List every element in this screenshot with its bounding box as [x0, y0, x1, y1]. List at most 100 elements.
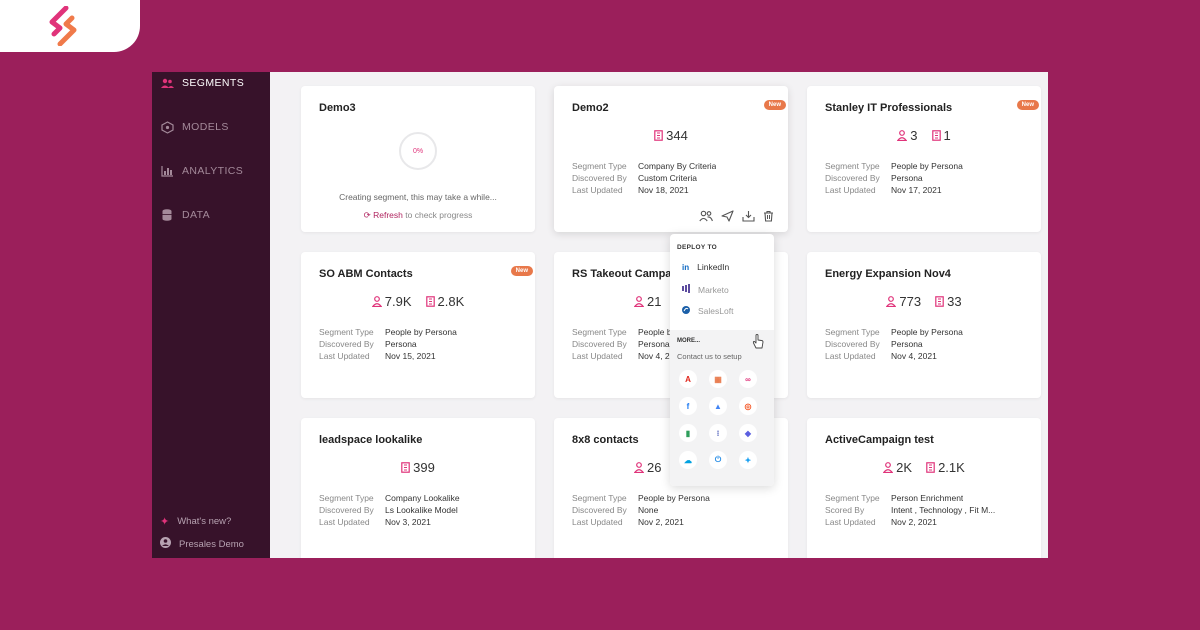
twitter-icon[interactable]: ✦ [739, 451, 757, 469]
facebook-icon[interactable]: f [679, 397, 697, 415]
building-icon [926, 462, 935, 473]
meta-key: Last Updated [319, 517, 370, 527]
contact-setup-text: Contact us to setup [677, 352, 742, 361]
discovered-by-value: Persona [638, 339, 670, 349]
card-meta: Segment Type Company Lookalike Discovered… [319, 492, 460, 528]
sidebar-item-label: MODELS [182, 121, 229, 133]
last-updated-value: Nov 15, 2021 [385, 351, 436, 361]
segment-card[interactable]: SO ABM Contacts New 7.9K 2.8K Segment Ty… [301, 252, 535, 398]
meta-key: Discovered By [825, 173, 880, 183]
people-action-icon[interactable] [699, 210, 713, 222]
card-meta: Segment Type Company By Criteria Discover… [572, 160, 716, 196]
shield-app-icon[interactable]: ◆ [739, 424, 757, 442]
sidebar-item-analytics[interactable]: ANALYTICS [160, 162, 243, 180]
grid-app-icon[interactable]: ▦ [709, 370, 727, 388]
companies-count: 2.8K [437, 294, 465, 309]
loop-icon[interactable]: ∞ [739, 370, 757, 388]
card-metrics: 773 33 [807, 294, 1041, 309]
deploy-linkedin[interactable]: in LinkedIn [682, 262, 729, 272]
people-count: 2K [896, 460, 913, 475]
trash-icon[interactable] [763, 210, 774, 222]
segment-card[interactable]: Stanley IT Professionals New 3 1 Segment… [807, 86, 1041, 232]
deploy-salesloft[interactable]: SalesLoft [682, 306, 733, 316]
refresh-icon: ⟳ [363, 210, 371, 220]
person-icon [897, 130, 908, 141]
meta-key: Discovered By [319, 339, 374, 349]
people-metric: 3 [897, 128, 918, 143]
meta-key: Last Updated [572, 185, 623, 195]
person-icon [883, 462, 894, 473]
power-icon[interactable]: ⏻ [709, 451, 727, 469]
sparkle-icon: ✦ [160, 516, 170, 528]
sidebar-item-segments[interactable]: SEGMENTS [160, 74, 244, 92]
ring-icon[interactable]: ◎ [739, 397, 757, 415]
segment-card[interactable]: Demo3 0% Creating segment, this may take… [301, 86, 535, 232]
meta-key: Segment Type [825, 493, 880, 503]
card-meta: Segment Type People by Persona Discovered… [319, 326, 457, 362]
person-icon [886, 296, 897, 307]
people-metric: 21 [634, 294, 661, 309]
google-ads-icon[interactable]: ▲ [709, 397, 727, 415]
building-icon [935, 296, 944, 307]
segment-type-value: People by Persona [638, 493, 710, 503]
segment-card[interactable]: Energy Expansion Nov4 773 33 Segment Typ… [807, 252, 1041, 398]
meta-key: Segment Type [572, 161, 627, 171]
integration-grid: A ▦ ∞ f ▲ ◎ ▮ ⁝ ◆ ☁ ⏻ ✦ [679, 370, 757, 469]
card-title: SO ABM Contacts [319, 268, 413, 280]
adobe-icon[interactable]: A [679, 370, 697, 388]
segment-type-value: People by Persona [891, 161, 963, 171]
salesforce-icon[interactable]: ☁ [679, 451, 697, 469]
bars-icon[interactable]: ▮ [679, 424, 697, 442]
app-window: SEGMENTS MODELS ANALYTICS DATA ✦ What's … [152, 72, 1048, 558]
meta-key: Last Updated [572, 517, 623, 527]
segment-type-value: Company Lookalike [385, 493, 460, 503]
companies-metric: 2.8K [425, 294, 465, 309]
people-metric: 773 [886, 294, 921, 309]
building-icon [425, 296, 435, 307]
deploy-item-label: LinkedIn [697, 262, 730, 272]
people-count: 7.9K [384, 294, 412, 309]
new-badge: New [1016, 100, 1039, 110]
scored-by-value: Intent , Technology , Fit M... [891, 505, 996, 515]
person-icon [634, 296, 644, 307]
whats-new-link[interactable]: ✦ What's new? [160, 515, 231, 528]
dots-icon[interactable]: ⁝ [709, 424, 727, 442]
meta-key: Segment Type [825, 327, 880, 337]
refresh-link[interactable]: ⟳ Refresh [364, 210, 403, 220]
segment-card[interactable]: Demo2 New 344 Segment Type Company By Cri… [554, 86, 788, 232]
meta-key: Scored By [825, 505, 865, 515]
whats-new-label: What's new? [177, 516, 232, 527]
card-meta: Segment Type People by Persona Discovered… [572, 492, 710, 528]
refresh-line: ⟳ Refresh to check progress [301, 210, 535, 221]
discovered-by-value: Custom Criteria [638, 173, 698, 183]
last-updated-value: Nov 2, 2021 [638, 517, 684, 527]
segment-type-value: People by Persona [891, 327, 963, 337]
last-updated-value: Nov 4, 2021 [891, 351, 937, 361]
sidebar-item-data[interactable]: DATA [160, 206, 210, 224]
discovered-by-value: Persona [385, 339, 417, 349]
user-menu[interactable]: Presales Demo [160, 537, 244, 551]
discovered-by-value: Ls Lookalike Model [385, 505, 458, 515]
companies-metric: 344 [654, 128, 688, 143]
deploy-marketo[interactable]: Marketo [682, 284, 729, 295]
card-metrics: 3 1 [807, 128, 1041, 143]
card-meta: Segment Type People by Persona Discovered… [825, 326, 963, 362]
people-metric: 26 [634, 460, 661, 475]
card-metrics: 2K 2.1K [807, 460, 1041, 475]
last-updated-value: Nov 17, 2021 [891, 185, 942, 195]
last-updated-value: Nov 18, 2021 [638, 185, 689, 195]
companies-count: 399 [413, 460, 435, 475]
sidebar-item-models[interactable]: MODELS [160, 118, 229, 136]
card-metrics: 7.9K 2.8K [301, 294, 535, 309]
user-name: Presales Demo [179, 538, 244, 550]
segment-card[interactable]: ActiveCampaign test 2K 2.1K Segment Type… [807, 418, 1041, 558]
segment-card[interactable]: leadspace lookalike 399 Segment Type Comp… [301, 418, 535, 558]
card-actions [699, 210, 774, 222]
deploy-send-icon[interactable] [721, 210, 734, 222]
meta-key: Segment Type [319, 327, 374, 337]
discovered-by-value: Persona [891, 339, 923, 349]
companies-metric: 1 [931, 128, 951, 143]
meta-key: Discovered By [572, 505, 627, 515]
download-icon[interactable] [742, 210, 755, 222]
marketo-icon [682, 284, 690, 295]
